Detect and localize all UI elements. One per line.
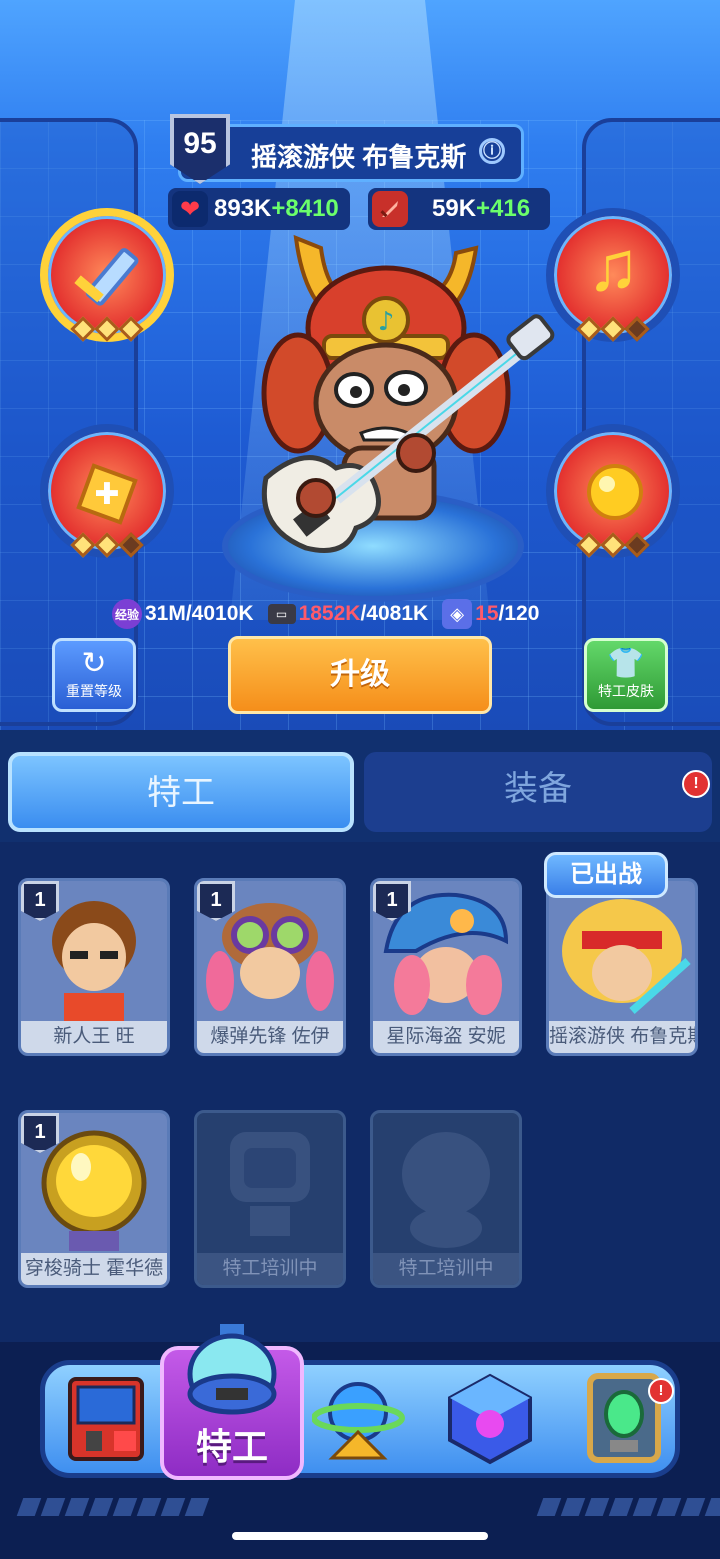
agent-name: 爆弹先锋 佐伊	[197, 1021, 343, 1053]
alert-icon: !	[648, 1378, 674, 1404]
agent-name: 特工培训中	[373, 1253, 519, 1285]
exp-resource: 经验 31M/4010K	[112, 599, 254, 629]
music-note-skill-icon: ♫	[586, 227, 640, 305]
skill-slot-3[interactable]: ✚	[40, 424, 174, 558]
resource-bar: 经验 31M/4010K ▭ 1852K /4081K ◈ 15 /120	[112, 596, 632, 632]
agent-name: 特工培训中	[197, 1253, 343, 1285]
agent-card[interactable]: 1 爆弹先锋 佐伊	[194, 878, 346, 1056]
tape-current: 1852K	[298, 602, 361, 625]
exp-icon: 经验	[112, 599, 142, 629]
reset-level-button[interactable]: ↻ 重置等级	[52, 638, 136, 712]
agent-card[interactable]: 1 穿梭骑士 霍华德	[18, 1110, 170, 1288]
upgrade-button[interactable]: 升级	[228, 636, 492, 714]
alert-icon: !	[682, 770, 710, 798]
reset-level-label: 重置等级	[66, 683, 122, 699]
nav-planet[interactable]	[312, 1370, 408, 1466]
agent-name: 穿梭骑士 霍华德	[21, 1253, 167, 1285]
agent-card[interactable]: 摇滚游侠 布鲁克斯	[546, 878, 698, 1056]
tab-agents[interactable]: 特工	[8, 752, 354, 832]
tab-bar: 特工 装备 !	[0, 730, 720, 842]
exp-value: 31M/4010K	[145, 602, 254, 625]
planet-icon	[312, 1382, 405, 1460]
skill-slot-1[interactable]	[40, 208, 174, 342]
hero-panel: 摇滚游侠 布鲁克斯 ⓘ 95 ❤ 893K +8410 59K +416 ♫ ✚	[0, 0, 720, 730]
hp-bonus: +8410	[271, 195, 339, 222]
hero-name: 摇滚游侠 布鲁克斯	[251, 142, 467, 172]
heart-icon: ❤	[172, 191, 208, 227]
skill-rank-gems	[48, 532, 166, 558]
locked-agent-silhouette-icon	[373, 1113, 519, 1253]
cube-icon	[448, 1373, 532, 1465]
agent-name: 新人王 旺	[21, 1021, 167, 1053]
hp-stat: ❤ 893K +8410	[168, 188, 350, 230]
refresh-icon: ↻	[81, 647, 107, 680]
nav-arcade[interactable]	[58, 1370, 154, 1466]
svg-text:♪: ♪	[378, 307, 395, 337]
cassette-tape-icon: ▭	[267, 604, 296, 624]
agent-name: 星际海盗 安妮	[373, 1021, 519, 1053]
attack-stat: 59K +416	[368, 188, 550, 230]
agent-card[interactable]: 1 星际海盗 安妮	[370, 878, 522, 1056]
skill-rank-gems	[554, 532, 672, 558]
agent-portrait-icon	[549, 881, 695, 1021]
agent-card-locked[interactable]: 特工培训中	[370, 1110, 522, 1288]
deployed-badge: 已出战	[544, 852, 668, 898]
agent-skin-label: 特工皮肤	[598, 683, 654, 699]
tape-total: /4081K	[360, 602, 429, 625]
home-indicator[interactable]	[232, 1532, 488, 1540]
skill-rank-gems	[554, 316, 672, 342]
attack-bonus: +416	[476, 195, 531, 222]
svg-text:✚: ✚	[94, 477, 119, 512]
chip-total: /120	[498, 602, 540, 625]
chip-resource: ◈ 15 /120	[442, 599, 539, 629]
tape-resource: ▭ 1852K /4081K	[267, 602, 429, 626]
skill-slot-4[interactable]	[546, 424, 680, 558]
sword-icon	[372, 191, 408, 227]
agent-card-locked[interactable]: 特工培训中	[194, 1110, 346, 1288]
tab-equipment[interactable]: 装备 !	[364, 752, 712, 832]
hero-character-image[interactable]: ♪	[236, 228, 556, 568]
info-icon[interactable]: ⓘ	[479, 138, 505, 164]
skill-rank-gems	[48, 316, 166, 342]
bottom-nav: 特工 !	[0, 1324, 720, 1559]
tab-equipment-label: 装备	[504, 770, 572, 808]
nav-cube[interactable]	[442, 1370, 538, 1466]
chip-current: 15	[475, 602, 499, 625]
decorative-stripes	[536, 1498, 720, 1516]
locked-agent-silhouette-icon	[197, 1113, 343, 1253]
hp-value: 893K	[214, 195, 272, 222]
chip-icon: ◈	[442, 599, 473, 629]
agent-skin-button[interactable]: 👕 特工皮肤	[584, 638, 668, 712]
shirt-icon: 👕	[607, 647, 645, 680]
nav-agents-label: 特工	[195, 1426, 268, 1467]
skill-slot-2[interactable]: ♫	[546, 208, 680, 342]
agent-name: 摇滚游侠 布鲁克斯	[549, 1021, 695, 1053]
nav-agents-active[interactable]: 特工	[160, 1324, 304, 1480]
arcade-machine-icon	[68, 1377, 144, 1461]
agent-card[interactable]: 1 新人王 旺	[18, 878, 170, 1056]
attack-value: 59K	[432, 195, 477, 222]
decorative-stripes	[16, 1498, 210, 1516]
